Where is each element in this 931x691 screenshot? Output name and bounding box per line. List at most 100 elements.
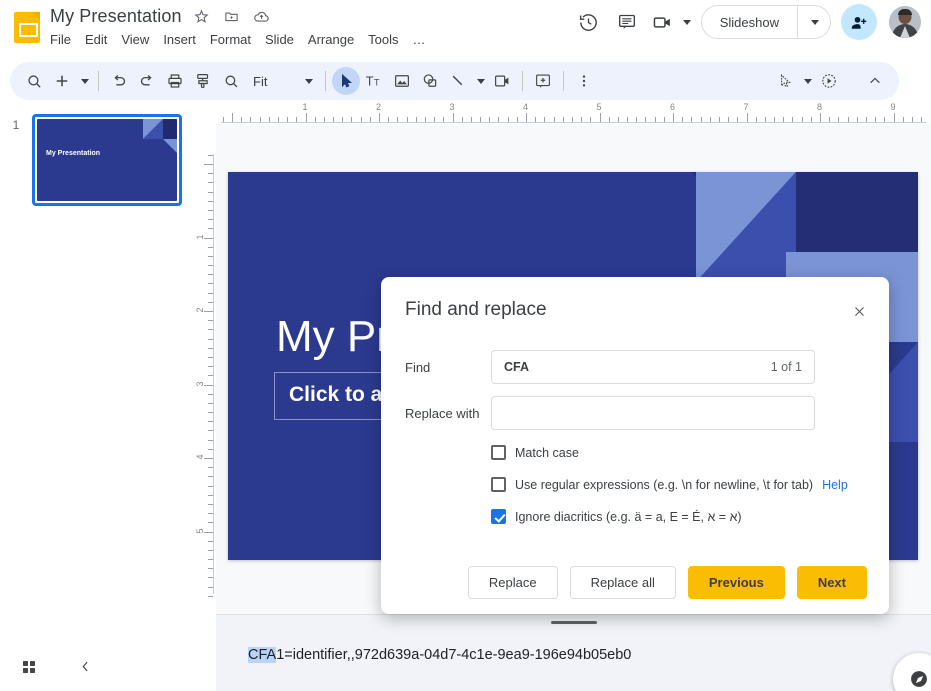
page-title[interactable]: My Presentation — [50, 6, 182, 27]
ruler-tick — [208, 467, 213, 469]
laser-pointer-icon[interactable] — [771, 67, 799, 95]
shape-icon[interactable] — [416, 67, 444, 95]
replace-all-button[interactable]: Replace all — [569, 565, 676, 599]
video-camera-icon[interactable] — [648, 5, 678, 39]
chevron-left-icon[interactable] — [68, 650, 102, 684]
menu-item-insert[interactable]: Insert — [163, 32, 196, 47]
ruler-tick — [700, 117, 702, 122]
share-button[interactable] — [841, 4, 877, 40]
line-icon[interactable] — [444, 67, 472, 95]
star-icon[interactable] — [192, 7, 212, 27]
user-avatar[interactable] — [889, 6, 921, 38]
ignore-diacritics-checkbox[interactable] — [491, 509, 506, 524]
ruler-tick — [737, 117, 739, 122]
horizontal-ruler[interactable]: 1 2 3 4 5 6 7 8 9 — [216, 102, 931, 124]
menu-item-edit[interactable]: Edit — [85, 32, 107, 47]
slide-title-text[interactable]: My Pr — [276, 312, 391, 362]
regex-option[interactable]: Use regular expressions (e.g. \n for new… — [491, 477, 848, 492]
ruler-tick — [443, 117, 445, 122]
ruler-tick — [208, 265, 213, 267]
ruler-tick — [342, 117, 344, 122]
zoom-level-value[interactable]: Fit — [247, 74, 273, 89]
redo-icon[interactable] — [133, 67, 161, 95]
ignore-diacritics-option[interactable]: Ignore diacritics (e.g. ä = a, E = É, א … — [491, 509, 742, 524]
ruler-tick — [208, 228, 213, 230]
slideshow-dropdown-button[interactable] — [798, 6, 830, 38]
slide-thumbnail-1[interactable]: My Presentation — [32, 114, 182, 206]
main-toolbar: Fit T T — [10, 62, 899, 100]
line-caret[interactable] — [472, 67, 488, 95]
move-to-folder-icon[interactable] — [222, 7, 242, 27]
search-icon[interactable] — [20, 67, 48, 95]
cloud-saved-icon[interactable] — [252, 7, 272, 27]
menu-item-tools[interactable]: Tools — [368, 32, 398, 47]
collapse-toolbar-icon[interactable] — [861, 67, 889, 95]
insert-image-icon[interactable] — [388, 67, 416, 95]
thumbnail-title-text: My Presentation — [46, 150, 101, 157]
previous-button[interactable]: Previous — [687, 565, 785, 599]
replace-input[interactable] — [491, 396, 815, 430]
ruler-tick — [406, 117, 408, 122]
ruler-tick — [360, 117, 362, 122]
transition-icon[interactable] — [815, 67, 843, 95]
comment-icon[interactable] — [610, 5, 644, 39]
ruler-tick — [208, 301, 213, 303]
meet-dropdown-caret[interactable] — [682, 19, 691, 25]
notes-rest: 1=identifier,,972d639a-04d7-4c1e-9ea9-19… — [276, 647, 632, 663]
add-slide-icon[interactable] — [48, 67, 76, 95]
add-comment-icon[interactable] — [529, 67, 557, 95]
ruler-tick — [208, 439, 213, 441]
ruler-tick — [746, 113, 748, 122]
ruler-tick — [875, 117, 877, 122]
more-options-icon[interactable] — [570, 67, 598, 95]
next-button[interactable]: Next — [796, 565, 867, 599]
toolbar-divider — [98, 71, 99, 91]
print-icon[interactable] — [161, 67, 189, 95]
text-box-icon[interactable]: T T — [360, 67, 388, 95]
menu-item-file[interactable]: File — [50, 32, 71, 47]
find-input[interactable]: CFA 1 of 1 — [491, 350, 815, 384]
undo-icon[interactable] — [105, 67, 133, 95]
version-history-icon[interactable] — [572, 5, 606, 39]
menu-item-more[interactable]: … — [413, 32, 426, 47]
ruler-tick — [208, 219, 213, 221]
ruler-tick — [204, 531, 213, 533]
regex-help-link[interactable]: Help — [822, 478, 848, 492]
ruler-tick — [208, 246, 213, 248]
vertical-ruler[interactable]: 1 2 3 4 5 — [193, 124, 216, 624]
ruler-number: 7 — [743, 102, 749, 112]
menu-item-format[interactable]: Format — [210, 32, 251, 47]
ruler-tick — [208, 154, 213, 156]
match-case-checkbox[interactable] — [491, 445, 506, 460]
replace-field-row: Replace with — [405, 396, 815, 430]
close-icon[interactable] — [845, 297, 873, 325]
regex-checkbox[interactable] — [491, 477, 506, 492]
ruler-tick — [801, 117, 803, 122]
speaker-notes-text[interactable]: CFA1=identifier,,972d639a-04d7-4c1e-9ea9… — [248, 647, 631, 663]
svg-text:T: T — [374, 78, 380, 88]
add-slide-caret[interactable] — [76, 67, 92, 95]
app-header: My Presentation File Edit View Insert Fo… — [0, 0, 931, 60]
match-case-option[interactable]: Match case — [491, 445, 579, 460]
find-input-value: CFA — [504, 360, 529, 374]
ruler-tick — [507, 117, 509, 122]
notes-resize-handle[interactable] — [550, 621, 597, 624]
menu-item-view[interactable]: View — [121, 32, 149, 47]
laser-caret[interactable] — [799, 67, 815, 95]
document-title-row: My Presentation — [50, 6, 272, 27]
replace-button[interactable]: Replace — [467, 565, 558, 599]
ruler-tick — [516, 117, 518, 122]
grid-view-icon[interactable] — [12, 650, 46, 684]
ruler-tick — [208, 485, 213, 487]
select-tool-icon[interactable] — [332, 67, 361, 95]
speaker-notes-pane[interactable]: CFA1=identifier,,972d639a-04d7-4c1e-9ea9… — [216, 614, 931, 691]
zoom-icon[interactable] — [217, 67, 245, 95]
ruler-tick — [865, 117, 867, 122]
insert-video-icon[interactable] — [488, 67, 516, 95]
menu-item-arrange[interactable]: Arrange — [308, 32, 354, 47]
paint-format-icon[interactable] — [189, 67, 217, 95]
ruler-tick — [208, 494, 213, 496]
menu-item-slide[interactable]: Slide — [265, 32, 294, 47]
slideshow-button[interactable]: Slideshow — [702, 6, 798, 38]
zoom-dropdown-button[interactable] — [273, 78, 319, 84]
